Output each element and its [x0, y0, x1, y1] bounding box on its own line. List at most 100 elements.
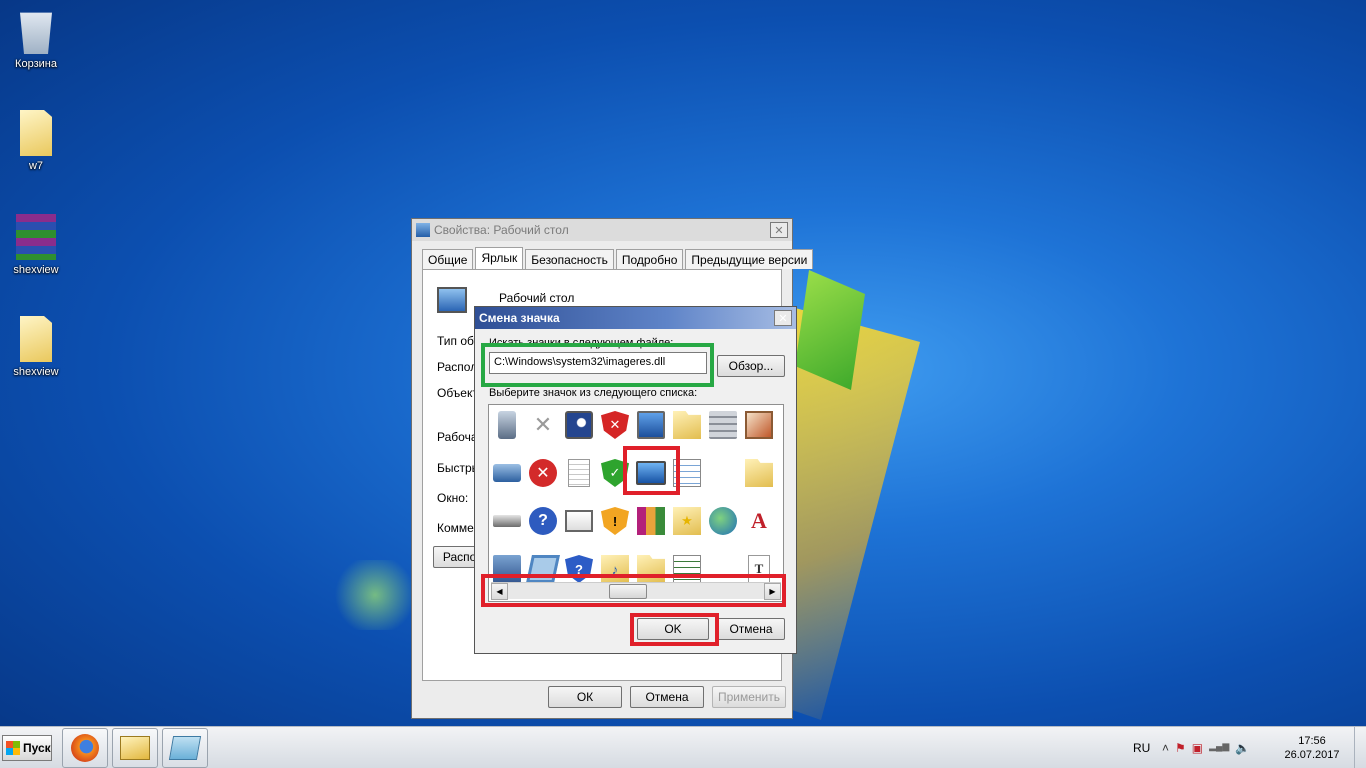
icon-list-item[interactable]	[708, 408, 738, 442]
clock-time: 17:56	[1298, 735, 1326, 747]
icon-list-item[interactable]	[672, 552, 702, 586]
chevron-up-icon[interactable]: ˄	[1162, 741, 1169, 755]
properties-apply-button[interactable]: Применить	[712, 686, 786, 708]
icon-list-item[interactable]	[636, 456, 666, 490]
icon-list-item[interactable]	[744, 456, 774, 490]
icon-list-item[interactable]: T	[744, 552, 774, 586]
picture-icon	[745, 411, 773, 439]
icon-list-item[interactable]	[780, 504, 783, 538]
removable-device-icon[interactable]: ▣	[1192, 741, 1203, 755]
desktop-icon-recycle-bin[interactable]: Корзина	[0, 8, 72, 70]
desktop-icon-w7[interactable]: w7	[0, 110, 72, 172]
taskbar-app[interactable]	[162, 728, 208, 768]
properties-ok-button[interactable]: ОК	[548, 686, 622, 708]
start-label: Пуск	[23, 741, 51, 755]
frame-icon	[526, 555, 560, 583]
icon-list-item[interactable]	[564, 408, 594, 442]
icon-list-item[interactable]	[780, 456, 783, 490]
shortcut-name: Рабочий стол	[499, 291, 575, 305]
icon-list-item[interactable]: ★	[672, 504, 702, 538]
scroll-right-arrow[interactable]: ▶	[764, 583, 781, 600]
icon-list-item[interactable]	[492, 504, 522, 538]
network-icon[interactable]: ▂▄▆	[1209, 741, 1229, 755]
icon-list-item[interactable]	[744, 408, 774, 442]
properties-tabs: Общие Ярлык Безопасность Подробно Предыд…	[422, 247, 815, 269]
icon-list-item[interactable]: !	[600, 504, 630, 538]
icon-list-item[interactable]: ?	[528, 504, 558, 538]
list-icon	[673, 555, 701, 583]
taskbar-explorer[interactable]	[112, 728, 158, 768]
icon-list-item[interactable]	[492, 552, 522, 586]
icon-list-scrollbar[interactable]: ◀ ▶	[491, 582, 781, 600]
desktop-icon-shexview-archive[interactable]: shexview	[0, 214, 72, 276]
icon-list-item[interactable]	[708, 552, 738, 586]
properties-close-button[interactable]: ✕	[770, 222, 788, 238]
icon-list-item[interactable]: ♪	[600, 552, 630, 586]
icon-list-item[interactable]	[672, 408, 702, 442]
properties-cancel-button[interactable]: Отмена	[630, 686, 704, 708]
error-icon: ✕	[529, 459, 557, 487]
icon-list-item[interactable]	[708, 504, 738, 538]
action-center-icon[interactable]: ⚑	[1175, 741, 1186, 755]
icon-list-item[interactable]	[564, 456, 594, 490]
start-button[interactable]: Пуск	[2, 735, 52, 761]
tab-security[interactable]: Безопасность	[525, 249, 614, 269]
blank-icon	[709, 459, 737, 487]
icon-list-item[interactable]	[780, 552, 783, 586]
icon-list-item[interactable]	[672, 456, 702, 490]
change-icon-titlebar[interactable]: Смена значка ✕	[475, 307, 796, 329]
icon-list-item[interactable]: ✓	[600, 456, 630, 490]
icon-list-item[interactable]	[636, 504, 666, 538]
icon-list-item[interactable]	[636, 552, 666, 586]
folder-icon	[20, 316, 52, 362]
desktop-shortcut-icon	[437, 287, 467, 313]
icon-list-item[interactable]: ?	[564, 552, 594, 586]
desktop-icon-shexview-folder[interactable]: shexview	[0, 316, 72, 378]
icon-list-item[interactable]	[564, 504, 594, 538]
shield-help-icon: ?	[565, 555, 593, 583]
icon-list-item[interactable]: ✕	[600, 408, 630, 442]
language-indicator[interactable]: RU	[1133, 727, 1150, 768]
icon-file-path-input[interactable]: C:\Windows\system32\imageres.dll	[489, 352, 707, 374]
change-icon-close-button[interactable]: ✕	[774, 310, 792, 326]
icon-list-item[interactable]	[526, 552, 560, 586]
desktop-icon	[636, 461, 666, 485]
folder-icon	[20, 110, 52, 156]
properties-titlebar[interactable]: Свойства: Рабочий стол ✕	[412, 219, 792, 241]
icon-list-label: Выберите значок из следующего списка:	[489, 387, 698, 399]
scroll-thumb[interactable]	[609, 584, 647, 599]
change-icon-dialog: Смена значка ✕ Искать значки в следующем…	[474, 306, 797, 654]
change-icon-ok-button[interactable]: OK	[637, 618, 709, 640]
icon-list-item[interactable]	[708, 456, 738, 490]
taskbar-firefox[interactable]	[62, 728, 108, 768]
icon-list-item[interactable]	[636, 408, 666, 442]
clock-date: 26.07.2017	[1284, 749, 1340, 761]
browse-button[interactable]: Обзор...	[717, 355, 785, 377]
server-icon	[709, 411, 737, 439]
blank-icon	[781, 555, 783, 583]
icon-list-item[interactable]	[492, 408, 522, 442]
tab-previous-versions[interactable]: Предыдущие версии	[685, 249, 814, 269]
icon-list-item[interactable]	[780, 408, 783, 442]
properties-buttons: ОК Отмена Применить	[548, 686, 786, 708]
tab-shortcut[interactable]: Ярлык	[475, 247, 524, 269]
volume-icon[interactable]: 🔈	[1235, 741, 1250, 755]
tab-details[interactable]: Подробно	[615, 249, 684, 269]
shield-error-icon: ✕	[601, 411, 629, 439]
books-icon	[637, 507, 665, 535]
icon-list[interactable]: ✕ ✕ ✕ ✓?! ★ A? ♪ T ◀ ▶	[488, 404, 784, 602]
projector-icon	[493, 464, 521, 482]
scroll-left-arrow[interactable]: ◀	[491, 583, 508, 600]
icon-list-item[interactable]: ✕	[528, 456, 558, 490]
change-icon-cancel-button[interactable]: Отмена	[717, 618, 785, 640]
desktop-icon-label: shexview	[13, 366, 59, 378]
icon-list-item[interactable]: A	[744, 504, 774, 538]
icon-list-item[interactable]: ✕	[528, 408, 558, 442]
desktop-icon-label: Корзина	[15, 58, 57, 70]
icon-list-item[interactable]	[492, 456, 522, 490]
show-desktop-button[interactable]	[1354, 727, 1366, 768]
shield-check-icon: ✓	[601, 459, 629, 487]
music-folder-icon: ♪	[601, 555, 629, 583]
clock[interactable]: 17:56 26.07.2017	[1280, 727, 1344, 768]
tab-general[interactable]: Общие	[422, 249, 474, 269]
